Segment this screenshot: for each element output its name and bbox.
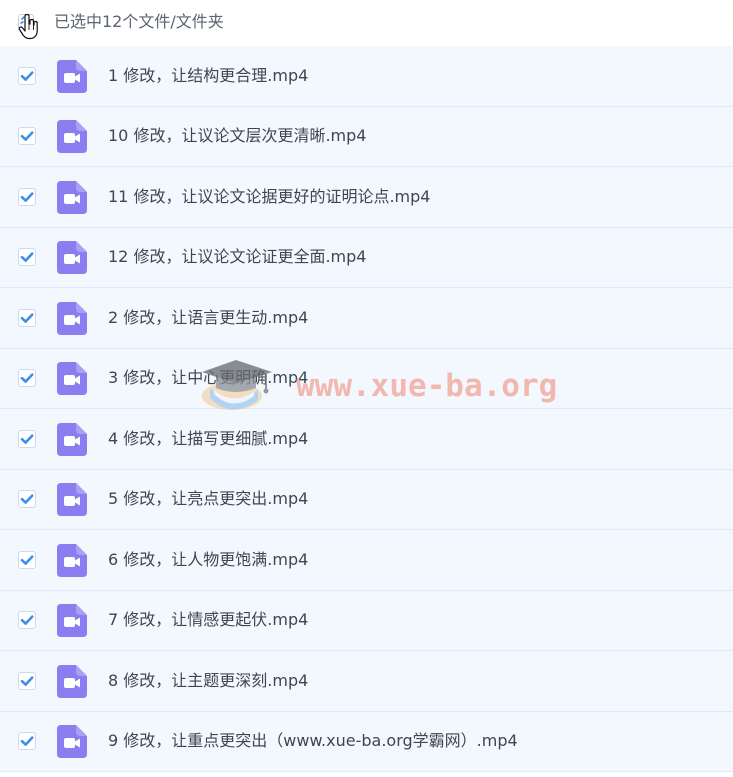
file-checkbox[interactable]: [18, 248, 36, 267]
file-checkbox[interactable]: [18, 66, 36, 85]
selection-count-text: 已选中12个文件/文件夹: [54, 12, 224, 31]
file-checkbox[interactable]: [18, 429, 36, 448]
file-row[interactable]: 6 修改，让人物更饱满.mp4: [0, 530, 733, 591]
file-row[interactable]: 3 修改，让中心更明确.mp4: [0, 348, 733, 409]
file-name[interactable]: 9 修改，让重点更突出（www.xue-ba.org学霸网）.mp4: [108, 730, 518, 752]
checkmark-icon: [20, 192, 34, 202]
file-list: 1 修改，让结构更合理.mp4 10 修改，让议论文层次更清晰.mp4 11 修…: [0, 46, 733, 772]
video-file-icon: [57, 422, 87, 456]
file-checkbox[interactable]: [18, 671, 36, 690]
checkmark-icon: [20, 252, 34, 263]
checkmark-icon: [20, 494, 34, 505]
file-checkbox[interactable]: [18, 187, 36, 206]
video-file-icon: [57, 483, 87, 517]
file-name[interactable]: 4 修改，让描写更细腻.mp4: [108, 428, 308, 450]
file-checkbox[interactable]: [18, 369, 36, 388]
file-row[interactable]: 11 修改，让议论文论据更好的证明论点.mp4: [0, 167, 733, 228]
file-row[interactable]: 12 修改，让议论文论证更全面.mp4: [0, 227, 733, 288]
checkmark-icon: [20, 615, 34, 626]
file-row[interactable]: 10 修改，让议论文层次更清晰.mp4: [0, 106, 733, 167]
checkmark-icon: [20, 313, 34, 323]
file-list-page: 已选中12个文件/文件夹 1 修改，让结构更合理.mp4 10 修改，让议论文层…: [0, 0, 733, 777]
file-name[interactable]: 1 修改，让结构更合理.mp4: [108, 65, 308, 87]
video-file-icon: [57, 604, 87, 638]
video-file-icon: [57, 664, 87, 698]
file-name[interactable]: 11 修改，让议论文论据更好的证明论点.mp4: [108, 186, 430, 208]
file-name[interactable]: 12 修改，让议论文论证更全面.mp4: [108, 246, 366, 268]
checkmark-icon: [20, 434, 34, 444]
file-name[interactable]: 3 修改，让中心更明确.mp4: [108, 367, 308, 389]
video-file-icon: [57, 543, 87, 577]
file-name[interactable]: 10 修改，让议论文层次更清晰.mp4: [108, 125, 366, 147]
file-row[interactable]: 2 修改，让语言更生动.mp4: [0, 288, 733, 349]
checkmark-icon: [20, 555, 34, 565]
file-row[interactable]: 4 修改，让描写更细腻.mp4: [0, 409, 733, 470]
file-checkbox[interactable]: [18, 611, 36, 630]
checkmark-icon: [20, 71, 34, 81]
video-file-icon: [57, 241, 87, 275]
checkmark-icon: [20, 373, 34, 384]
file-row[interactable]: 9 修改，让重点更突出（www.xue-ba.org学霸网）.mp4: [0, 711, 733, 772]
file-row[interactable]: 5 修改，让亮点更突出.mp4: [0, 469, 733, 530]
file-row[interactable]: 8 修改，让主题更深刻.mp4: [0, 651, 733, 712]
file-checkbox[interactable]: [18, 127, 36, 146]
video-file-icon: [57, 362, 87, 396]
file-row[interactable]: 7 修改，让情感更起伏.mp4: [0, 590, 733, 651]
file-checkbox[interactable]: [18, 732, 36, 751]
file-name[interactable]: 5 修改，让亮点更突出.mp4: [108, 488, 308, 510]
file-name[interactable]: 2 修改，让语言更生动.mp4: [108, 307, 308, 329]
file-checkbox[interactable]: [18, 550, 36, 569]
file-name[interactable]: 7 修改，让情感更起伏.mp4: [108, 609, 308, 631]
checkmark-icon: [20, 736, 34, 747]
selection-header: 已选中12个文件/文件夹: [0, 0, 733, 46]
video-file-icon: [57, 120, 87, 154]
file-row[interactable]: 1 修改，让结构更合理.mp4: [0, 46, 733, 107]
checkmark-icon: [20, 676, 34, 686]
file-name[interactable]: 8 修改，让主题更深刻.mp4: [108, 670, 308, 692]
video-file-icon: [57, 725, 87, 759]
file-name[interactable]: 6 修改，让人物更饱满.mp4: [108, 549, 308, 571]
video-file-icon: [57, 180, 87, 214]
checkmark-icon: [20, 131, 34, 142]
file-checkbox[interactable]: [18, 308, 36, 327]
hand-cursor-icon: [18, 14, 38, 40]
file-checkbox[interactable]: [18, 490, 36, 509]
video-file-icon: [57, 59, 87, 93]
video-file-icon: [57, 301, 87, 335]
